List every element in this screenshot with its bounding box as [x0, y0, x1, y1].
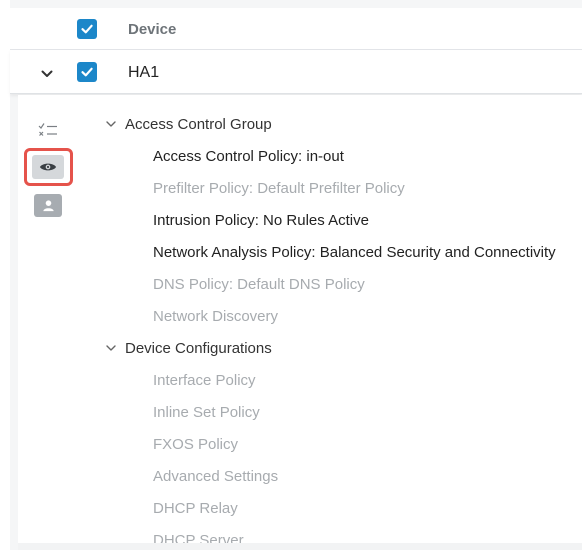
select-all-checkbox[interactable] — [77, 19, 97, 39]
check-icon — [81, 24, 93, 34]
policy-item[interactable]: Network Analysis Policy: Balanced Securi… — [153, 244, 556, 261]
device-name: HA1 — [128, 64, 160, 81]
checklist-icon[interactable] — [38, 122, 60, 138]
policy-item: Network Discovery — [153, 308, 279, 325]
policy-item: DNS Policy: Default DNS Policy — [153, 276, 365, 293]
view-button[interactable] — [32, 155, 64, 179]
chevron-down-icon[interactable] — [40, 67, 54, 81]
eye-icon — [39, 163, 57, 171]
chevron-down-icon[interactable] — [105, 118, 117, 130]
policy-item[interactable]: Intrusion Policy: No Rules Active — [153, 212, 369, 229]
group-title-access-control[interactable]: Access Control Group — [125, 116, 272, 133]
device-column-header: Device — [128, 21, 177, 38]
policy-item: Advanced Settings — [153, 468, 279, 485]
policy-item: FXOS Policy — [153, 436, 239, 453]
policy-item: Interface Policy — [153, 372, 256, 389]
user-icon — [42, 200, 54, 212]
group-title-device-configurations[interactable]: Device Configurations — [125, 340, 272, 357]
chevron-down-icon[interactable] — [105, 342, 117, 354]
check-icon — [81, 67, 93, 77]
policy-item: Prefilter Policy: Default Prefilter Poli… — [153, 180, 405, 197]
policy-item: Inline Set Policy — [153, 404, 260, 421]
policy-item: DHCP Relay — [153, 500, 238, 517]
panel-bottom-edge — [18, 543, 582, 550]
policy-item[interactable]: Access Control Policy: in-out — [153, 148, 344, 165]
user-button[interactable] — [34, 194, 62, 217]
device-checkbox[interactable] — [77, 62, 97, 82]
